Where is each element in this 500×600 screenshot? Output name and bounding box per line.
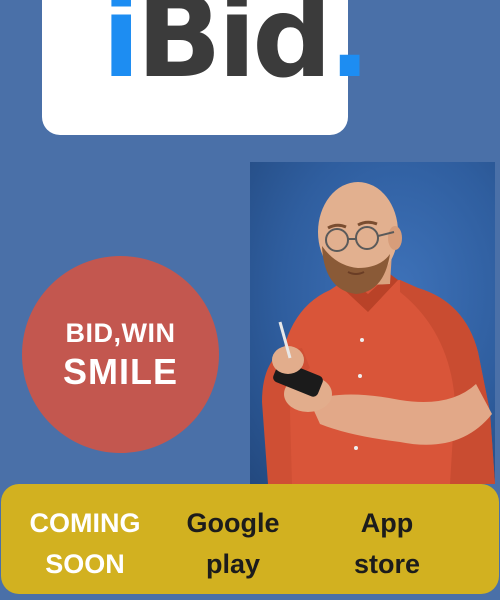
ibid-logo: iBid. bbox=[102, 0, 371, 98]
google-play-link[interactable]: Google play bbox=[169, 503, 297, 585]
logo-dot: . bbox=[328, 0, 371, 103]
coming-soon-label: COMING SOON bbox=[11, 503, 159, 585]
slogan-line-smile: SMILE bbox=[62, 350, 178, 392]
google-play-line-2: play bbox=[205, 549, 261, 579]
app-store-line-1: App bbox=[360, 508, 414, 538]
bottom-banner: COMING SOON Google play App store bbox=[1, 484, 499, 594]
coming-soon-line-1: COMING bbox=[29, 508, 141, 538]
logo-letter-i: i bbox=[102, 0, 140, 103]
app-store-line-2: store bbox=[353, 549, 421, 579]
logo-card: iBid. bbox=[42, 0, 371, 135]
google-play-line-1: Google bbox=[186, 508, 280, 538]
logo-letters-bid: Bid bbox=[136, 0, 332, 103]
coming-soon-line-2: SOON bbox=[45, 549, 125, 579]
slogan-line-bid-win: BID,WIN bbox=[65, 317, 176, 348]
man-with-phone-photo bbox=[250, 162, 495, 484]
app-store-link[interactable]: App store bbox=[331, 503, 443, 585]
slogan-circle: BID,WIN SMILE bbox=[22, 256, 219, 453]
man-photo-illustration bbox=[262, 182, 495, 484]
